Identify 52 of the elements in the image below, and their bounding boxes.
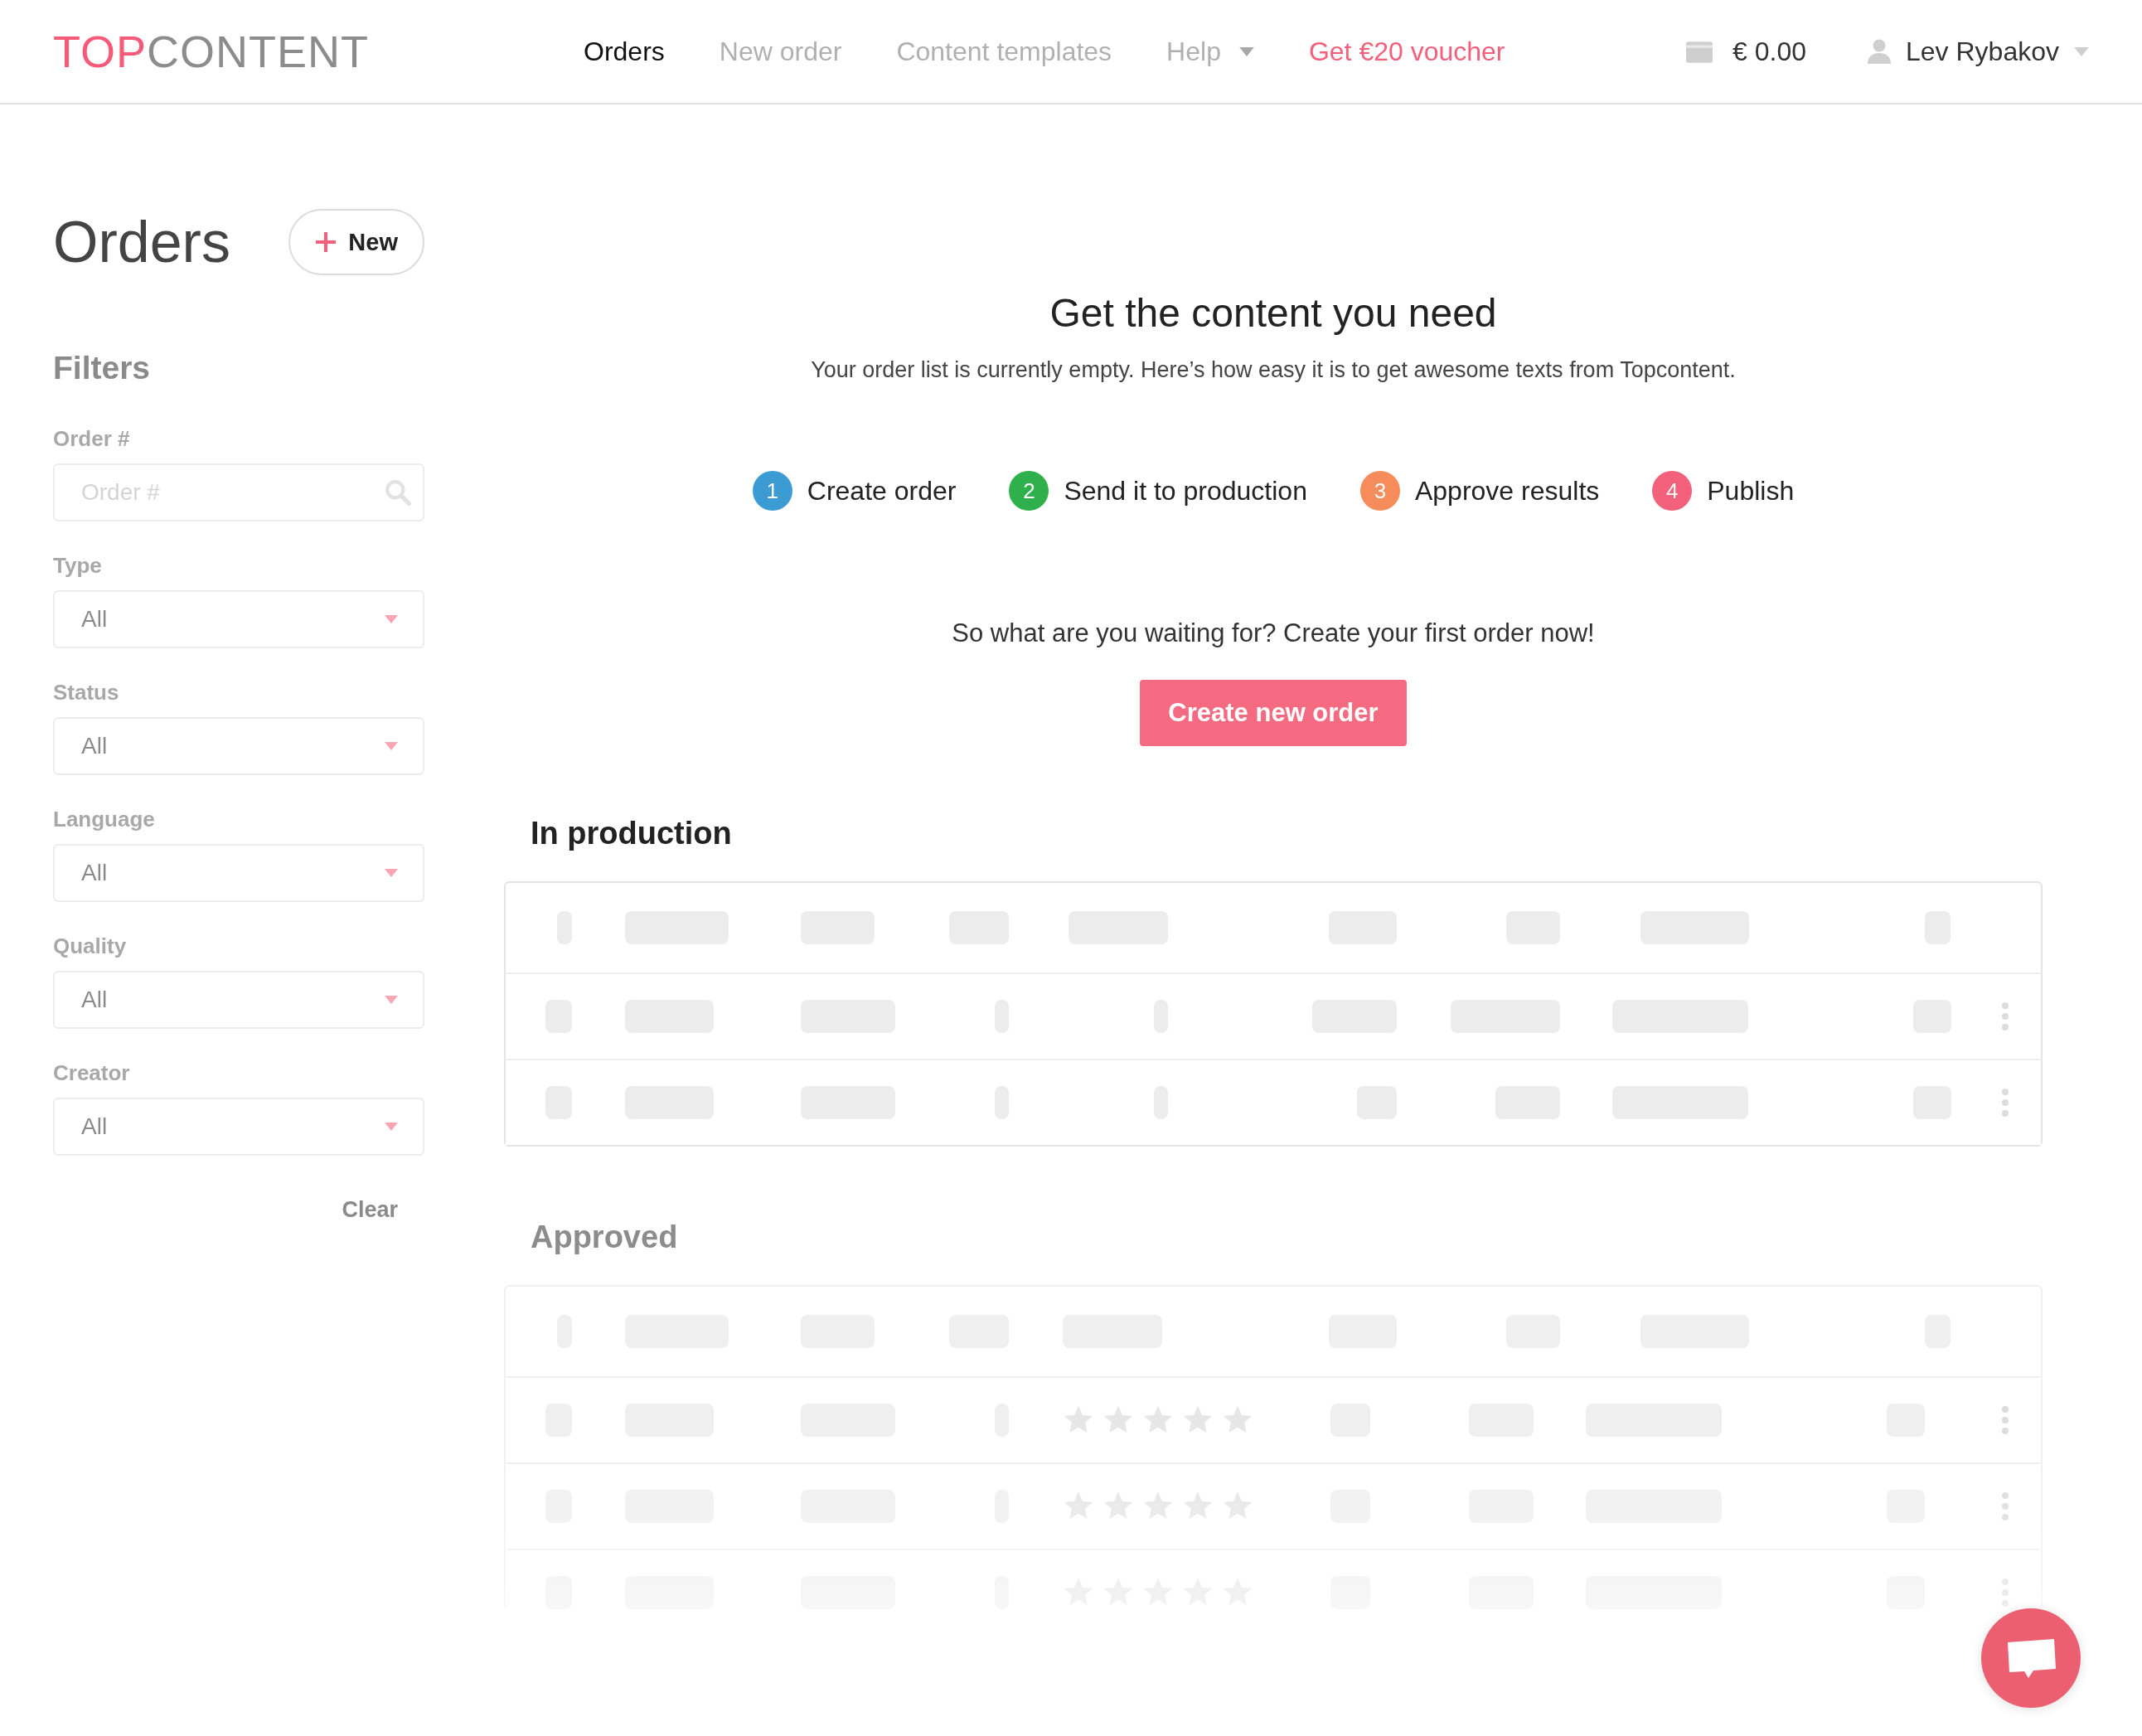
filter-label: Quality [53,933,128,959]
step-label: Create order [807,475,957,507]
chat-icon [2006,1637,2056,1679]
caret-icon [385,615,398,623]
step-label: Approve results [1414,475,1600,507]
nav-link[interactable]: Help [1166,36,1254,67]
balance: € 0.00 [1732,36,1806,67]
step-number: 4 [1652,471,1693,511]
step-number: 2 [1009,471,1049,511]
more-icon[interactable] [2001,1088,2009,1118]
step-number: 1 [752,471,792,511]
filter-dropdown[interactable]: All [53,971,424,1029]
nav-link[interactable]: New order [719,36,842,67]
wallet-icon [1686,40,1713,63]
intro-text: Your order list is currently empty. Here’s how easy it is to get awesome texts from Topcontent. [811,357,1736,383]
clear-link[interactable]: Clear [342,1197,398,1223]
nav-link[interactable]: Content templates [896,36,1112,67]
more-icon[interactable] [2001,1405,2009,1435]
caret-icon [385,1123,398,1131]
user-menu[interactable]: Lev Rybakov [1868,36,2089,67]
caret-icon [385,996,398,1004]
caret-icon [2074,46,2089,56]
intro-heading: Get the content you need [1049,290,1497,336]
step-label: Publish [1707,475,1795,507]
more-icon[interactable] [2001,1001,2009,1031]
call-to-action-text: So what are you waiting for? Create your first order now! [952,618,1595,648]
more-icon[interactable] [2001,1491,2009,1521]
filter-label: Status [53,680,120,706]
filter-dropdown[interactable]: All [53,590,424,648]
filter-label: Order # [53,426,131,452]
filter-dropdown[interactable]: All [53,844,424,902]
step-label: Send it to production [1064,475,1307,507]
nav-link[interactable]: Orders [584,36,665,67]
section-heading: In production [531,816,733,851]
filter-dropdown[interactable]: All [53,717,424,775]
nav-link[interactable]: Get €20 voucher [1308,36,1505,67]
step-number: 3 [1359,471,1400,511]
caret-icon [385,742,398,750]
page-title: Orders [53,209,230,275]
logo[interactable]: TOPCONTENT [53,26,584,77]
user-icon [1868,38,1891,65]
filter-label: Creator [53,1060,131,1086]
section-heading: Approved [531,1220,679,1255]
filters-heading: Filters [53,350,152,386]
filter-label: Type [53,553,103,579]
filter-dropdown[interactable]: All [53,1098,424,1156]
create-order-button[interactable]: Create new order [1140,680,1407,746]
search-icon [385,479,411,506]
new-button[interactable]: New [288,209,424,275]
plus-icon [315,231,337,253]
filter-label: Language [53,807,156,832]
caret-icon [385,869,398,877]
